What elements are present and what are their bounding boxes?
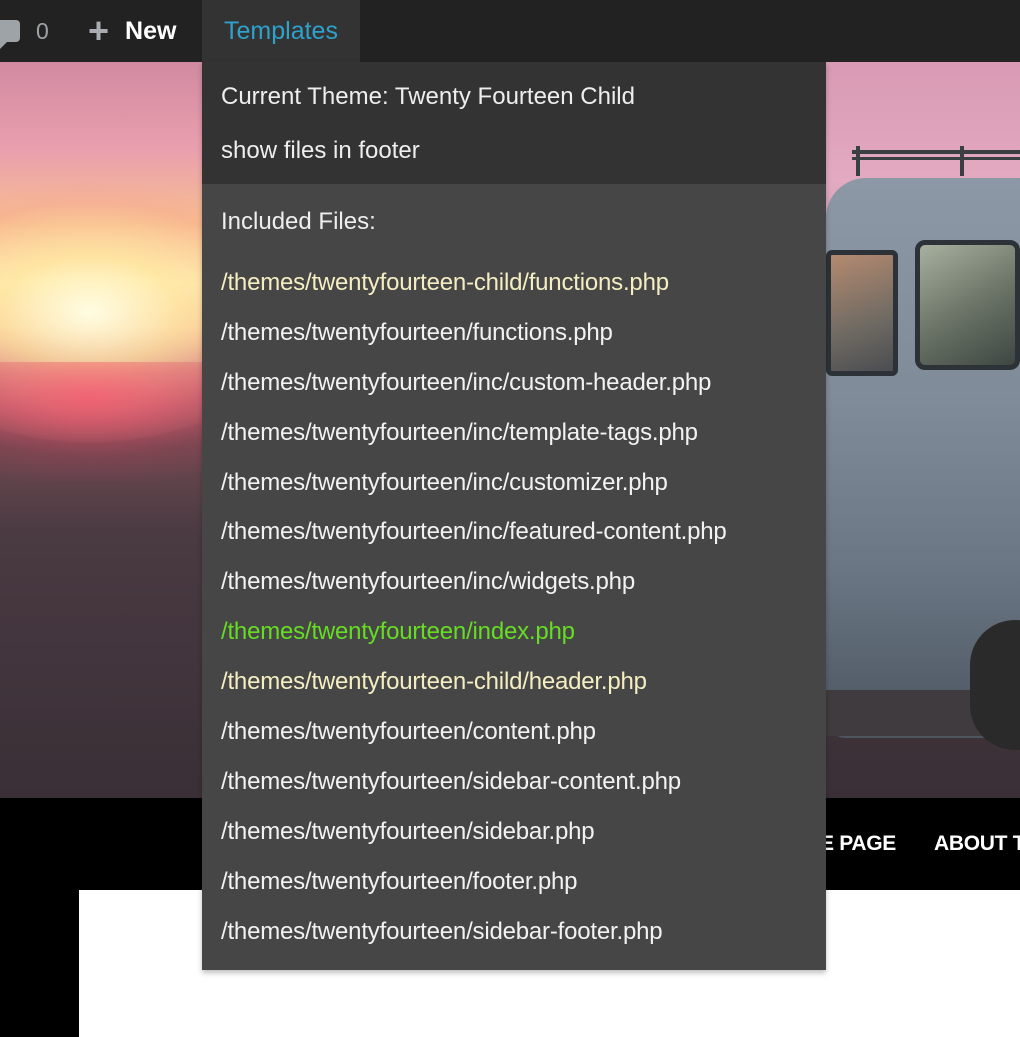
new-label: New xyxy=(125,16,177,45)
van-wheel xyxy=(970,620,1020,750)
included-files-list: /themes/twentyfourteen-child/functions.p… xyxy=(202,258,826,956)
admin-bar-comments[interactable]: 0 xyxy=(0,0,49,62)
plus-icon: + xyxy=(88,10,110,51)
included-file-item[interactable]: /themes/twentyfourteen/footer.php xyxy=(202,857,826,907)
included-file-item[interactable]: /themes/twentyfourteen/sidebar.php xyxy=(202,807,826,857)
templates-dropdown: Current Theme: Twenty Fourteen Child sho… xyxy=(202,62,826,971)
van-roof-rack xyxy=(852,150,1020,160)
templates-label: Templates xyxy=(224,16,338,45)
rack-post xyxy=(856,146,860,176)
dropdown-header: Current Theme: Twenty Fourteen Child sho… xyxy=(202,62,826,184)
included-files-heading: Included Files: xyxy=(221,208,376,235)
included-file-item[interactable]: /themes/twentyfourteen/index.php xyxy=(202,607,826,657)
nav-item-page[interactable]: E PAGE xyxy=(820,832,896,856)
included-file-item[interactable]: /themes/twentyfourteen-child/header.php xyxy=(202,657,826,707)
included-file-item[interactable]: /themes/twentyfourteen/inc/widgets.php xyxy=(202,557,826,607)
admin-bar-new[interactable]: + New xyxy=(88,0,176,62)
sidebar-background xyxy=(0,890,79,1037)
van-window xyxy=(915,240,1020,370)
included-file-item[interactable]: /themes/twentyfourteen/sidebar-content.p… xyxy=(202,757,826,807)
included-files-section: Included Files: /themes/twentyfourteen-c… xyxy=(202,184,826,971)
included-file-item[interactable]: /themes/twentyfourteen/inc/featured-cont… xyxy=(202,507,826,557)
included-file-item[interactable]: /themes/twentyfourteen/inc/template-tags… xyxy=(202,408,826,458)
admin-bar-templates[interactable]: Templates xyxy=(202,0,360,62)
rack-post xyxy=(960,146,964,176)
included-file-item[interactable]: /themes/twentyfourteen/sidebar-footer.ph… xyxy=(202,907,826,957)
nav-item-about[interactable]: ABOUT T xyxy=(934,832,1020,856)
comment-bubble-icon xyxy=(0,20,20,49)
included-file-item[interactable]: /themes/twentyfourteen/inc/custom-header… xyxy=(202,358,826,408)
van-window xyxy=(826,250,898,376)
included-file-item[interactable]: /themes/twentyfourteen/inc/customizer.ph… xyxy=(202,458,826,508)
included-file-item[interactable]: /themes/twentyfourteen/functions.php xyxy=(202,308,826,358)
show-files-footer-item[interactable]: show files in footer xyxy=(202,124,826,178)
current-theme-item[interactable]: Current Theme: Twenty Fourteen Child xyxy=(202,70,826,124)
admin-bar: 0 + New Templates xyxy=(0,0,1020,62)
comments-count: 0 xyxy=(36,17,49,44)
included-file-item[interactable]: /themes/twentyfourteen-child/functions.p… xyxy=(202,258,826,308)
included-file-item[interactable]: /themes/twentyfourteen/content.php xyxy=(202,707,826,757)
